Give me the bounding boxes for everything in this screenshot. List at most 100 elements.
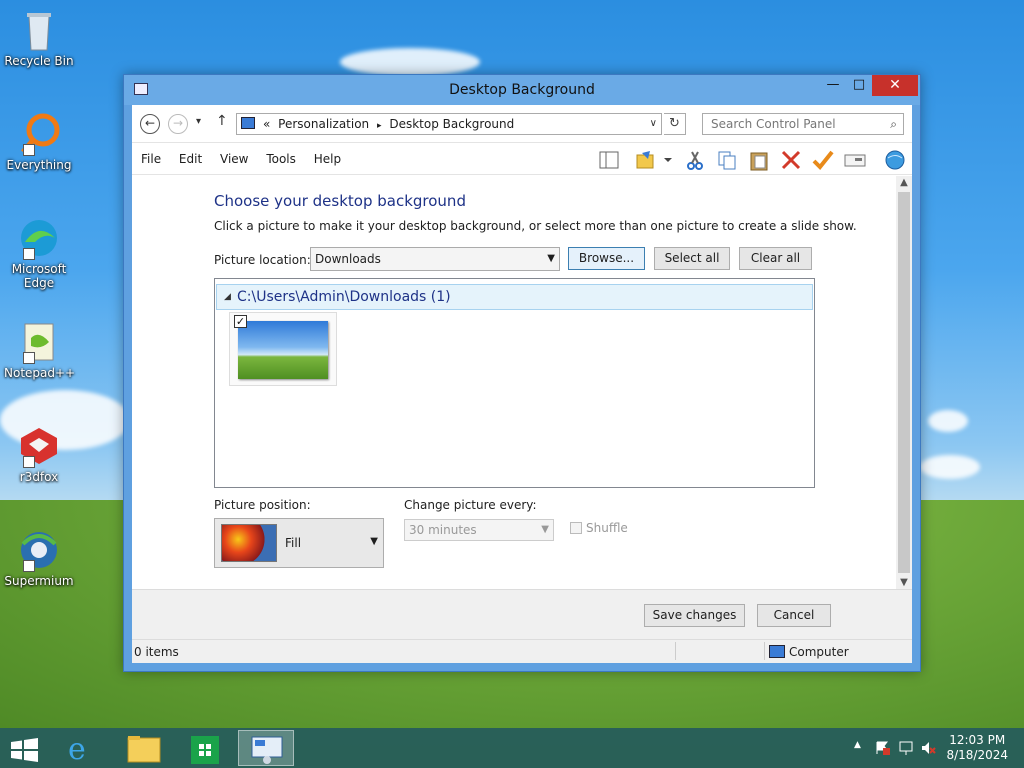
layout-icon[interactable] xyxy=(598,149,620,171)
chevron-down-icon: ▼ xyxy=(370,536,378,547)
breadcrumb-personalization[interactable]: Personalization xyxy=(278,117,369,131)
up-button[interactable]: ↑ xyxy=(216,113,228,129)
desktop-icon-label: r3dfox xyxy=(19,470,59,484)
close-button[interactable]: ✕ xyxy=(872,75,918,96)
cloud xyxy=(340,48,480,76)
computer-icon xyxy=(241,117,255,129)
desktop-icon-label: Notepad++ xyxy=(4,366,76,380)
shortcut-arrow-icon xyxy=(23,352,35,364)
control-panel-icon xyxy=(251,736,283,764)
desktop-icon-notepad-plus-plus[interactable]: Notepad++ xyxy=(4,320,76,380)
change-picture-select[interactable]: 30 minutes ▼ xyxy=(404,519,554,541)
action-center-icon[interactable] xyxy=(875,740,891,756)
status-bar: 0 items Computer xyxy=(132,639,912,663)
maximize-button[interactable]: □ xyxy=(846,75,872,96)
desktop-icon-recycle-bin[interactable]: Recycle Bin xyxy=(4,8,74,68)
address-dropdown-icon[interactable]: ∨ xyxy=(650,114,657,134)
recycle-bin-icon xyxy=(17,8,61,52)
breadcrumb-overflow[interactable]: « xyxy=(263,117,270,131)
menu-edit[interactable]: Edit xyxy=(179,152,202,166)
breadcrumb-separator-icon[interactable]: ▸ xyxy=(377,121,382,131)
wallpaper-thumbnail-image xyxy=(238,321,328,379)
paste-icon[interactable] xyxy=(748,149,770,171)
shortcut-arrow-icon xyxy=(23,560,35,572)
refresh-button[interactable]: ↻ xyxy=(664,113,686,135)
shortcut-arrow-icon xyxy=(23,248,35,260)
recent-locations-button[interactable]: ▾ xyxy=(196,116,201,127)
picture-location-label: Picture location: xyxy=(214,253,311,267)
everything-icon xyxy=(17,112,61,156)
internet-explorer-icon[interactable]: e xyxy=(54,730,110,766)
save-changes-button[interactable]: Save changes xyxy=(644,604,745,627)
status-divider xyxy=(675,642,676,660)
window-content: ← → ▾ ↑ « Personalization ▸ Desktop Back… xyxy=(132,105,912,663)
picture-location-value: Downloads xyxy=(315,252,381,266)
title-bar[interactable]: Desktop Background — □ ✕ xyxy=(124,75,920,105)
scroll-down-arrow-icon[interactable]: ▼ xyxy=(896,577,912,588)
cut-icon[interactable] xyxy=(684,149,706,171)
dropdown-icon[interactable] xyxy=(662,149,674,171)
shortcut-arrow-icon xyxy=(23,456,35,468)
properties-icon[interactable] xyxy=(844,149,866,171)
picture-thumbnail[interactable]: ✓ xyxy=(229,312,337,386)
folder-group-label: C:\Users\Admin\Downloads (1) xyxy=(237,289,451,305)
show-hidden-icons-icon[interactable]: ▲ xyxy=(854,740,861,750)
volume-muted-icon[interactable] xyxy=(920,740,936,756)
folder-group-header[interactable]: ◢ C:\Users\Admin\Downloads (1) xyxy=(216,284,813,310)
delete-icon[interactable] xyxy=(780,149,802,171)
page-subtitle: Click a picture to make it your desktop … xyxy=(214,219,857,233)
page-title: Choose your desktop background xyxy=(214,192,466,210)
search-icon[interactable]: ⌕ xyxy=(890,114,897,134)
shuffle-label: Shuffle xyxy=(586,521,628,535)
menu-help[interactable]: Help xyxy=(314,152,341,166)
thumbnail-checkbox[interactable]: ✓ xyxy=(234,315,247,328)
menu-tools[interactable]: Tools xyxy=(266,152,296,166)
collapse-triangle-icon[interactable]: ◢ xyxy=(224,285,231,309)
globe-icon[interactable] xyxy=(884,149,906,171)
breadcrumb-desktop-background[interactable]: Desktop Background xyxy=(389,117,514,131)
vertical-scrollbar[interactable]: ▲ ▼ xyxy=(896,176,912,589)
scroll-up-arrow-icon[interactable]: ▲ xyxy=(896,177,912,188)
start-icon[interactable] xyxy=(0,730,48,766)
chevron-down-icon: ▼ xyxy=(541,524,549,535)
folder-options-icon[interactable] xyxy=(634,149,656,171)
picture-position-value: Fill xyxy=(285,536,302,550)
desktop-icon-everything[interactable]: Everything xyxy=(4,112,74,172)
chevron-down-icon: ▼ xyxy=(547,253,555,264)
cloud xyxy=(928,410,968,432)
desktop-icon-r3dfox[interactable]: r3dfox xyxy=(4,424,74,484)
edge-icon xyxy=(17,216,61,260)
desktop-icon-supermium[interactable]: Supermium xyxy=(4,528,74,588)
clear-all-button[interactable]: Clear all xyxy=(739,247,812,270)
menu-file[interactable]: File xyxy=(141,152,161,166)
control-panel-taskbar-button[interactable] xyxy=(238,730,294,766)
clock-date: 8/18/2024 xyxy=(946,748,1008,762)
cancel-button[interactable]: Cancel xyxy=(757,604,831,627)
store-icon[interactable] xyxy=(178,730,234,766)
notepad-plus-plus-icon xyxy=(17,320,61,364)
minimize-button[interactable]: — xyxy=(820,75,846,96)
picture-gallery[interactable]: ◢ C:\Users\Admin\Downloads (1) ✓ xyxy=(214,278,815,488)
picture-position-select[interactable]: Fill ▼ xyxy=(214,518,384,568)
address-bar[interactable]: « Personalization ▸ Desktop Background ∨ xyxy=(236,113,662,135)
shuffle-box[interactable] xyxy=(570,522,582,534)
shuffle-checkbox[interactable]: Shuffle xyxy=(570,521,628,535)
search-input[interactable]: Search Control Panel ⌕ xyxy=(702,113,904,135)
browse-button[interactable]: Browse... xyxy=(568,247,645,270)
menu-toolbar-row: File Edit View Tools Help xyxy=(132,143,912,175)
back-button[interactable]: ← xyxy=(140,114,160,134)
picture-location-select[interactable]: Downloads ▼ xyxy=(310,247,560,271)
change-picture-value: 30 minutes xyxy=(409,523,477,537)
forward-button[interactable]: → xyxy=(168,114,188,134)
clock[interactable]: 12:03 PM 8/18/2024 xyxy=(946,733,1008,763)
desktop-icon-microsoft-edge[interactable]: Microsoft Edge xyxy=(4,216,74,290)
menu-view[interactable]: View xyxy=(220,152,248,166)
supermium-icon xyxy=(17,528,61,572)
copy-icon[interactable] xyxy=(716,149,738,171)
select-all-button[interactable]: Select all xyxy=(654,247,730,270)
check-icon[interactable] xyxy=(812,149,834,171)
cloud xyxy=(920,455,980,479)
network-icon[interactable] xyxy=(898,740,914,756)
scrollbar-thumb[interactable] xyxy=(898,192,910,573)
file-explorer-icon[interactable] xyxy=(116,730,172,766)
